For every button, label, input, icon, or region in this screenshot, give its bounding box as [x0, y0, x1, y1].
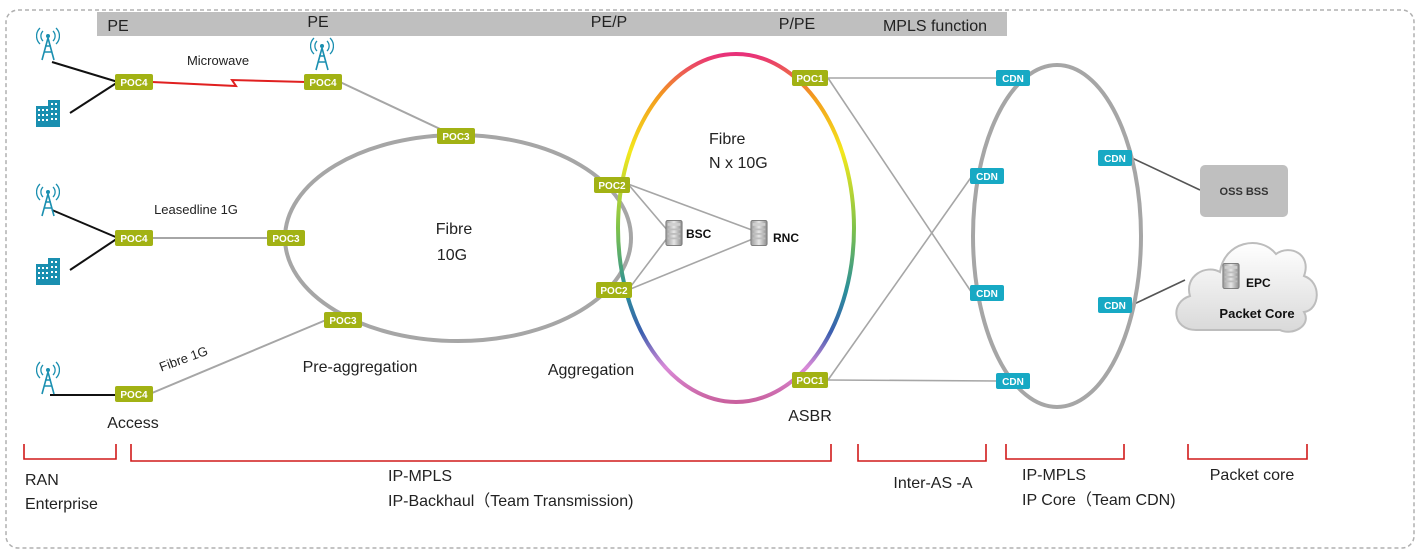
poc4-label: POC4: [120, 390, 148, 401]
link-cdn-epc: [1131, 279, 1186, 306]
link-cdn-oss: [1131, 157, 1201, 191]
poc3-label: POC3: [272, 234, 300, 245]
fibre-1g-label: Fibre 1G: [157, 343, 210, 374]
poc2-label: POC2: [600, 286, 628, 297]
pre-aggregation-ring: [283, 133, 633, 343]
link-poc2-rnc-top: [627, 183, 761, 234]
oss-bss-label: OSS BSS: [1220, 186, 1269, 198]
poc4-label: POC4: [309, 78, 337, 89]
role-banner: [97, 12, 1007, 36]
bsc-label: BSC: [686, 227, 712, 241]
cdn-label: CDN: [1002, 377, 1024, 388]
domain-inter-as-label: Inter-AS -A: [893, 475, 972, 492]
antenna-icon: [36, 27, 60, 61]
cdn-label: CDN: [976, 172, 998, 183]
link-building2-poc4: [69, 237, 119, 271]
poc4-node: POC4: [115, 230, 153, 246]
domain-brackets: [23, 444, 1308, 462]
domain-core-ip-mpls-label: IP-MPLS: [1022, 467, 1086, 484]
epc-server-icon: [1222, 262, 1240, 290]
poc3-node: POC3: [267, 230, 305, 246]
poc1-node: POC1: [792, 70, 828, 86]
aggregation-ring: [616, 52, 856, 404]
cdn-node: CDN: [996, 70, 1030, 86]
cdn-node: CDN: [1098, 150, 1132, 166]
banner-role-pe-1: PE: [107, 18, 128, 35]
diagram-canvas: PE PE PE/P P/PE MPLS function Fibre 10G …: [5, 9, 1415, 549]
packet-core-cloud: EPC Packet Core: [1175, 242, 1318, 333]
bracket-ran: [23, 444, 117, 460]
aggregation-label: Aggregation: [548, 362, 634, 379]
banner-role-p-pe: P/PE: [779, 16, 815, 33]
poc2-node: POC2: [596, 282, 632, 298]
cdn-label: CDN: [1104, 301, 1126, 312]
poc4-node: POC4: [115, 74, 153, 90]
link-poc1-cdn-bottom: [827, 379, 999, 382]
cdn-label: CDN: [976, 289, 998, 300]
building-icon: [36, 258, 60, 285]
packet-core-label: Packet Core: [1219, 306, 1294, 321]
poc1-node: POC1: [792, 372, 828, 388]
network-diagram: PE PE PE/P P/PE MPLS function Fibre 10G …: [0, 0, 1419, 553]
rnc-server-icon: [750, 219, 768, 247]
banner-role-pe-p: PE/P: [591, 14, 627, 31]
links: [50, 61, 1201, 396]
bracket-packet-core: [1187, 444, 1308, 460]
ip-core-ring: [971, 63, 1143, 409]
pre-aggregation-label: Pre-aggregation: [303, 359, 418, 376]
poc2-node: POC2: [594, 177, 630, 193]
oss-bss-box: OSS BSS: [1200, 165, 1288, 217]
cdn-node: CDN: [1098, 297, 1132, 313]
banner-mpls-function: MPLS function: [883, 18, 987, 35]
pre-aggregation-fibre-label: Fibre: [436, 221, 473, 238]
antenna-icon: [310, 37, 334, 71]
building-icon: [36, 100, 60, 127]
cdn-node: CDN: [996, 373, 1030, 389]
poc4-node: POC4: [304, 74, 342, 90]
domain-enterprise-label: Enterprise: [25, 496, 98, 513]
domain-packet-core-label: Packet core: [1210, 467, 1295, 484]
poc3-label: POC3: [329, 316, 357, 327]
banner-role-pe-2: PE: [307, 14, 328, 31]
domain-ip-mpls-label: IP-MPLS: [388, 468, 452, 485]
domain-ip-backhaul-label: IP-Backhaul（Team Transmission): [388, 492, 633, 510]
poc3-node: POC3: [437, 128, 475, 144]
bsc-server-icon: [665, 219, 683, 247]
poc2-label: POC2: [598, 181, 626, 192]
asbr-label: ASBR: [788, 408, 832, 425]
bracket-inter-as: [857, 444, 987, 462]
cdn-label: CDN: [1002, 74, 1024, 85]
poc4-node: POC4: [115, 386, 153, 402]
poc4-label: POC4: [120, 78, 148, 89]
bracket-ip-backhaul: [130, 444, 832, 462]
cdn-node: CDN: [970, 285, 1004, 301]
domain-ip-core-label: IP Core（Team CDN): [1022, 491, 1176, 509]
rnc-label: RNC: [773, 231, 799, 245]
leasedline-label: Leasedline 1G: [154, 202, 238, 217]
aggregation-capacity-label: N x 10G: [709, 155, 768, 172]
link-building1-poc4: [69, 81, 119, 114]
poc4-label: POC4: [120, 234, 148, 245]
microwave-label: Microwave: [187, 53, 249, 68]
poc1-label: POC1: [796, 376, 824, 387]
cdn-label: CDN: [1104, 154, 1126, 165]
antenna-icon: [36, 361, 60, 395]
access-label: Access: [107, 415, 159, 432]
link-antenna1-poc4: [51, 61, 119, 83]
pre-aggregation-capacity-label: 10G: [437, 247, 467, 264]
aggregation-fibre-label: Fibre: [709, 131, 746, 148]
link-microwave: [151, 78, 307, 88]
link-antenna2-poc4: [51, 209, 119, 239]
cdn-node: CDN: [970, 168, 1004, 184]
poc3-node: POC3: [324, 312, 362, 328]
poc1-label: POC1: [796, 74, 824, 85]
bracket-ip-core: [1005, 444, 1125, 460]
poc3-label: POC3: [442, 132, 470, 143]
domain-ran-label: RAN: [25, 472, 59, 489]
link-poc4-poc3-top: [339, 81, 456, 137]
epc-label: EPC: [1246, 276, 1271, 290]
